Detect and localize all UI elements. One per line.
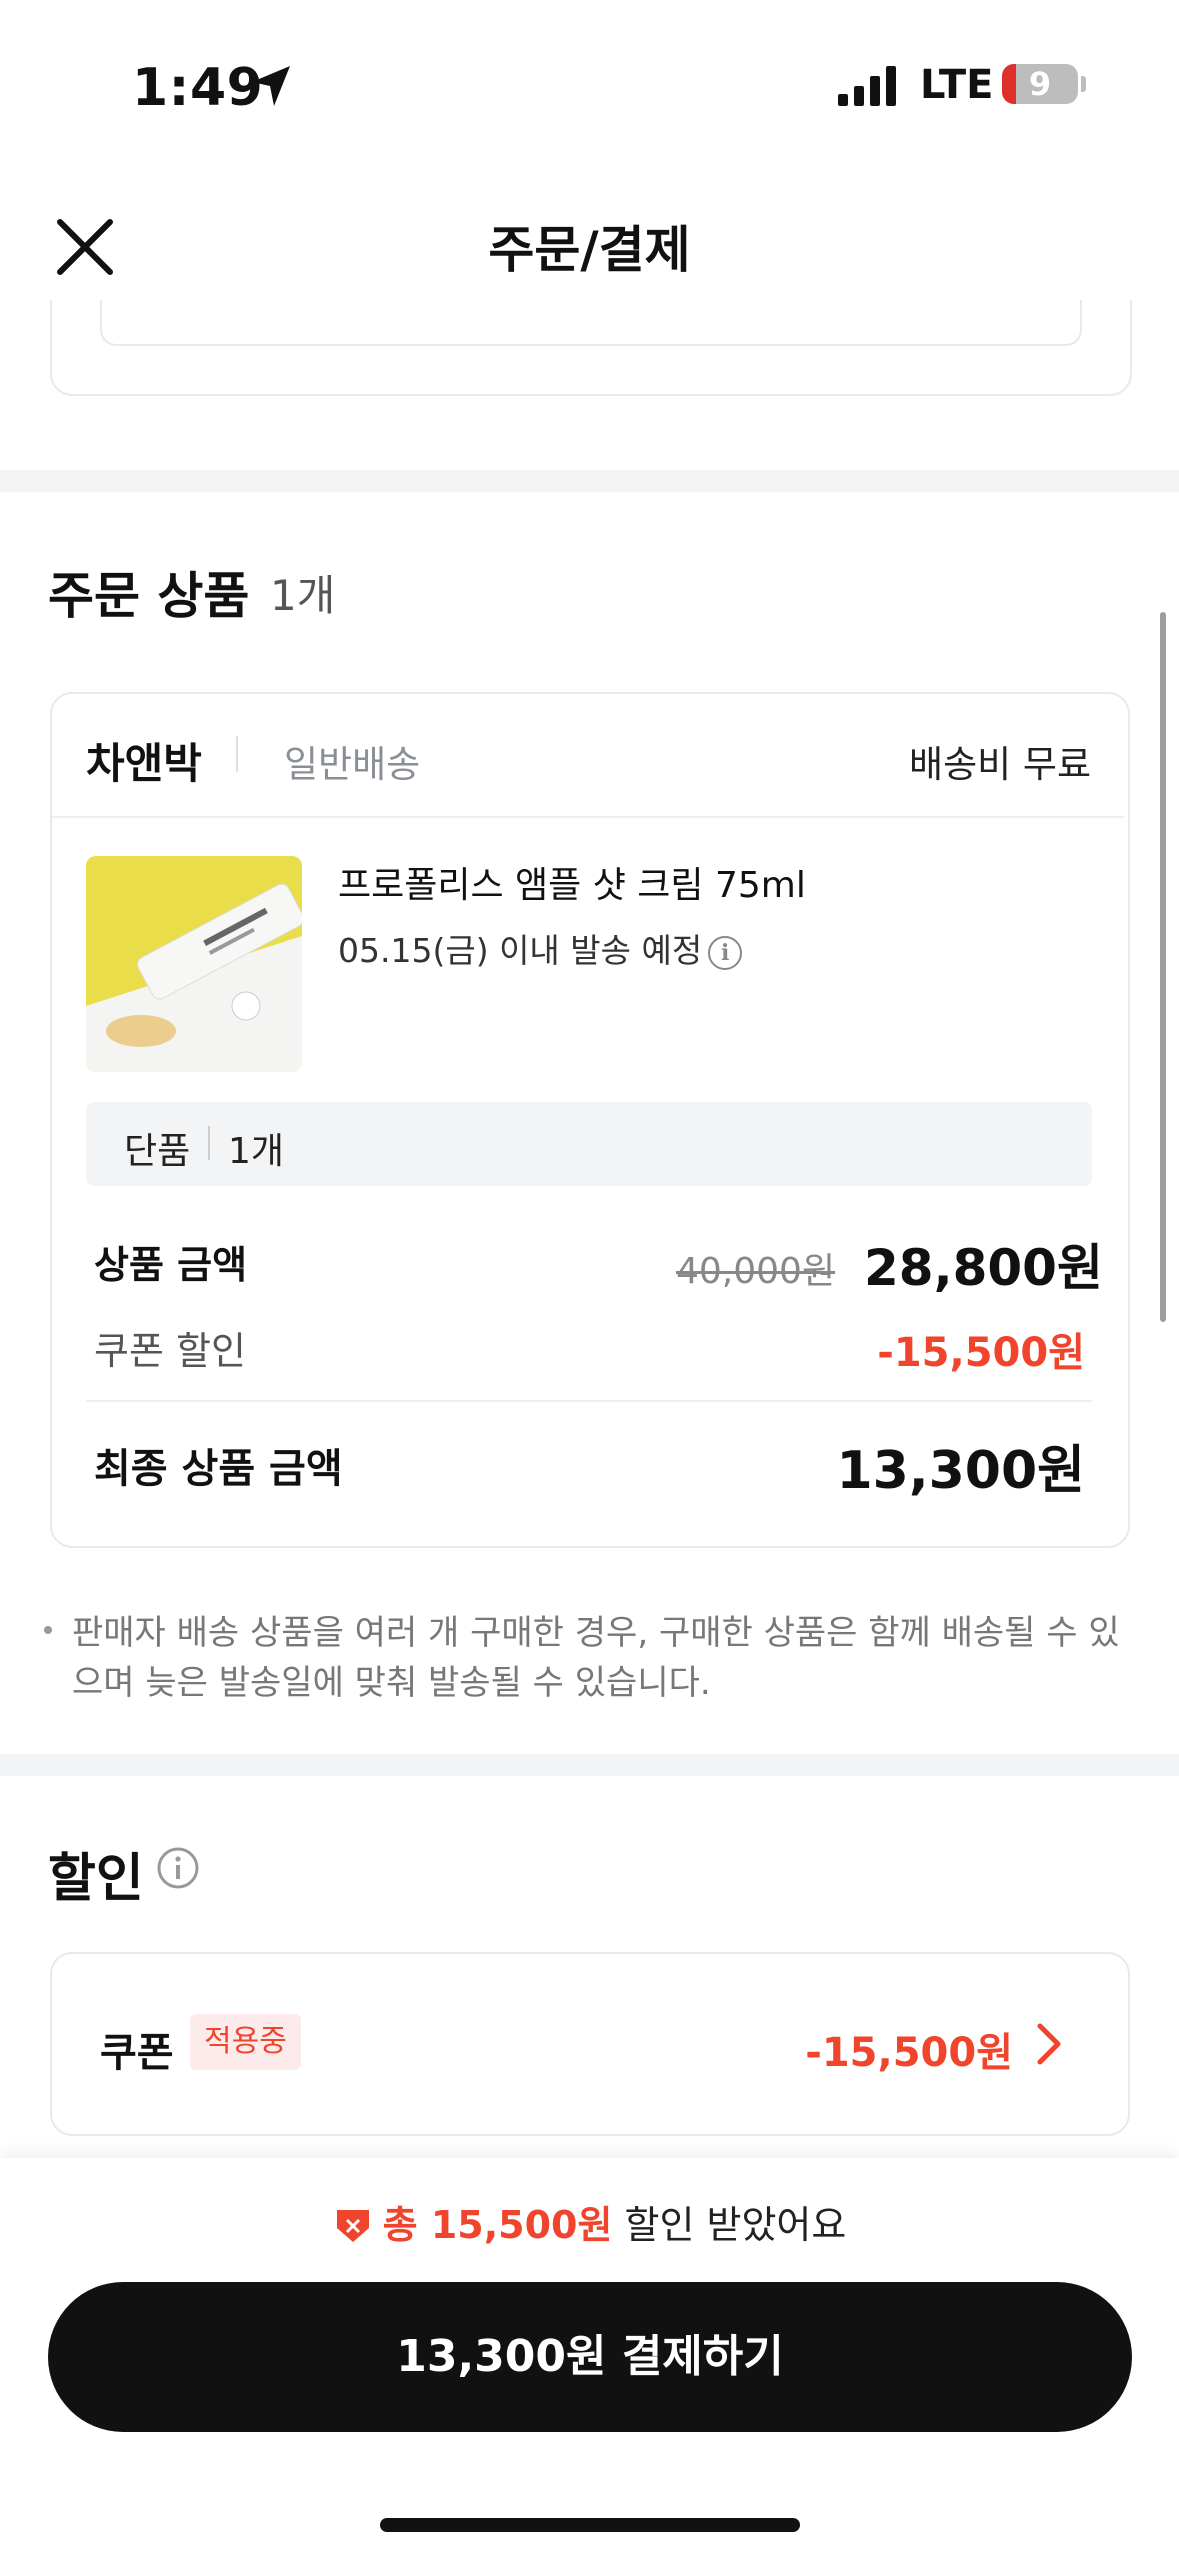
pay-button[interactable]: 13,300원 결제하기 (48, 2282, 1132, 2432)
home-indicator (380, 2518, 800, 2532)
ship-date-text: 05.15(금) 이내 발송 예정 (338, 931, 703, 970)
chevron-right-icon[interactable] (1034, 2022, 1064, 2066)
discount-section-title: 할인 (48, 1849, 144, 1909)
order-item-count: 1개 (270, 571, 336, 620)
battery-level: 9 (1028, 65, 1052, 103)
section-divider (0, 1754, 1179, 1776)
discount-summary-amount: 총 15,500원 (382, 2203, 613, 2247)
price-original: 40,000원 (676, 1251, 836, 1292)
coupon-discount-value: -15,500원 (877, 1330, 1085, 1376)
product-image[interactable] (86, 856, 302, 1072)
scrollbar[interactable] (1160, 612, 1166, 1322)
info-icon[interactable] (156, 1846, 200, 1890)
cellular-signal-icon (838, 66, 896, 106)
option-name: 단품 (124, 1131, 191, 1172)
section-divider (0, 470, 1179, 492)
info-icon[interactable]: i (708, 935, 743, 970)
coupon-applied-badge: 적용중 (190, 2014, 301, 2070)
price-divider (86, 1400, 1092, 1402)
coupon-discount-label: 쿠폰 할인 (94, 1329, 246, 1373)
coupon-label: 쿠폰 (100, 2030, 174, 2076)
discount-tag-icon (336, 2210, 369, 2242)
card-divider (52, 816, 1124, 818)
seller-separator (236, 736, 238, 772)
price-label: 상품 금액 (94, 1243, 248, 1287)
discount-summary: 총 15,500원 할인 받았어요 (0, 2194, 1179, 2249)
final-price-label: 최종 상품 금액 (94, 1446, 343, 1492)
final-price-value: 13,300원 (836, 1441, 1085, 1501)
battery-icon: 9 (1002, 64, 1078, 104)
network-type: LTE (920, 62, 994, 108)
previous-section-inner-box (100, 300, 1082, 346)
page-title: 주문/결제 (488, 221, 691, 279)
battery-tip (1081, 76, 1086, 92)
shipping-note: 판매자 배송 상품을 여러 개 구매한 경우, 구매한 상품은 함께 배송될 수… (72, 1613, 1120, 1703)
coupon-amount: -15,500원 (805, 2030, 1013, 2076)
discount-summary-text: 할인 받았어요 (612, 2203, 847, 2247)
order-section-title: 주문 상품 (48, 567, 250, 625)
shipping-type: 일반배송 (284, 743, 421, 786)
option-quantity: 1개 (228, 1131, 285, 1172)
product-name[interactable]: 프로폴리스 앰플 샷 크림 75ml (338, 856, 806, 908)
price-current: 28,800원 (864, 1239, 1103, 1297)
ship-date: 05.15(금) 이내 발송 예정 i (338, 924, 743, 972)
option-separator (208, 1126, 210, 1160)
shipping-fee: 배송비 무료 (909, 743, 1091, 786)
note-bullet (44, 1626, 52, 1634)
seller-name[interactable]: 차앤박 (86, 730, 202, 791)
location-arrow-icon (252, 66, 290, 106)
status-time: 1:49 (132, 58, 264, 118)
